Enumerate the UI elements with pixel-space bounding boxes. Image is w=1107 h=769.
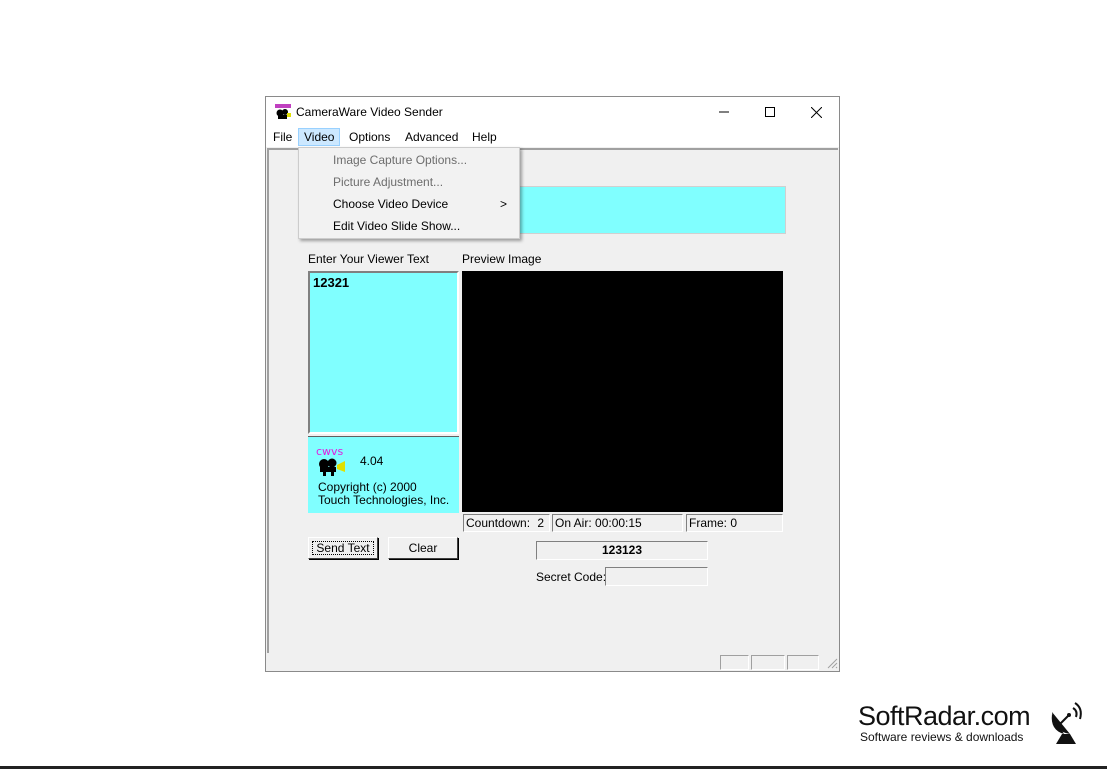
cwvs-logo-icon: cwvs xyxy=(316,446,345,476)
status-pane-3 xyxy=(787,655,819,670)
header-banner xyxy=(516,186,786,234)
menu-video[interactable]: Video xyxy=(298,128,341,146)
copyright-text: Copyright (c) 2000 xyxy=(318,480,417,494)
menu-item-label: Edit Video Slide Show... xyxy=(333,219,461,233)
menu-item-label: Image Capture Options... xyxy=(333,153,468,167)
send-text-button[interactable]: Send Text xyxy=(308,537,378,559)
menu-advanced[interactable]: Advanced xyxy=(400,128,463,146)
preview-label: Preview Image xyxy=(462,252,542,266)
code-display: 123123 xyxy=(536,541,708,560)
minimize-button[interactable] xyxy=(701,97,747,127)
menu-item-edit-video-slide-show[interactable]: Edit Video Slide Show... xyxy=(301,215,517,237)
frame-field: Frame: 0 xyxy=(686,514,783,532)
menu-item-image-capture-options[interactable]: Image Capture Options... xyxy=(301,149,517,171)
menu-bar: File Video Options Advanced Help xyxy=(266,127,839,147)
cwvs-logo-text: cwvs xyxy=(316,446,344,458)
status-pane-1 xyxy=(720,655,749,670)
status-bar xyxy=(266,653,839,671)
chevron-right-icon: > xyxy=(499,197,507,211)
watermark-tagline: Software reviews & downloads xyxy=(860,730,1024,744)
about-panel: cwvs 4.04 Copyright (c) 2000 Touch Techn… xyxy=(308,436,459,513)
focus-rect xyxy=(312,541,374,555)
version-text: 4.04 xyxy=(360,454,384,468)
close-button[interactable] xyxy=(793,97,839,127)
menu-help[interactable]: Help xyxy=(467,128,502,146)
menu-file[interactable]: File xyxy=(268,128,297,146)
preview-image xyxy=(462,271,783,512)
company-text: Touch Technologies, Inc. xyxy=(318,493,450,507)
resize-grip-icon[interactable] xyxy=(827,658,838,669)
satellite-dish-icon xyxy=(1051,702,1082,744)
viewer-text-label: Enter Your Viewer Text xyxy=(308,252,429,266)
clear-label: Clear xyxy=(408,541,438,555)
countdown-label: Countdown: xyxy=(466,516,531,530)
countdown-field: Countdown: 2 xyxy=(463,514,550,532)
menu-item-picture-adjustment[interactable]: Picture Adjustment... xyxy=(301,171,517,193)
menu-item-label: Picture Adjustment... xyxy=(333,175,444,189)
window-title: CameraWare Video Sender xyxy=(296,105,443,119)
watermark-name: SoftRadar.com xyxy=(858,701,1031,731)
menu-item-label: Choose Video Device xyxy=(333,197,449,211)
video-menu-dropdown: Image Capture Options... Picture Adjustm… xyxy=(298,147,520,239)
title-bar[interactable]: CameraWare Video Sender xyxy=(266,97,839,127)
close-icon xyxy=(810,106,822,118)
maximize-button[interactable] xyxy=(747,97,793,127)
secret-code-label: Secret Code: xyxy=(536,570,607,584)
cameraware-icon xyxy=(275,104,291,119)
maximize-icon xyxy=(765,107,775,117)
clear-button[interactable]: Clear xyxy=(388,537,458,559)
secret-code-input[interactable] xyxy=(605,567,708,586)
viewer-text-input[interactable]: 12321 xyxy=(308,271,459,434)
minimize-icon xyxy=(719,111,729,113)
menu-item-choose-video-device[interactable]: Choose Video Device > xyxy=(301,193,517,215)
countdown-value: 2 xyxy=(537,516,545,530)
on-air-field: On Air: 00:00:15 xyxy=(552,514,683,532)
status-pane-2 xyxy=(751,655,785,670)
menu-options[interactable]: Options xyxy=(344,128,395,146)
